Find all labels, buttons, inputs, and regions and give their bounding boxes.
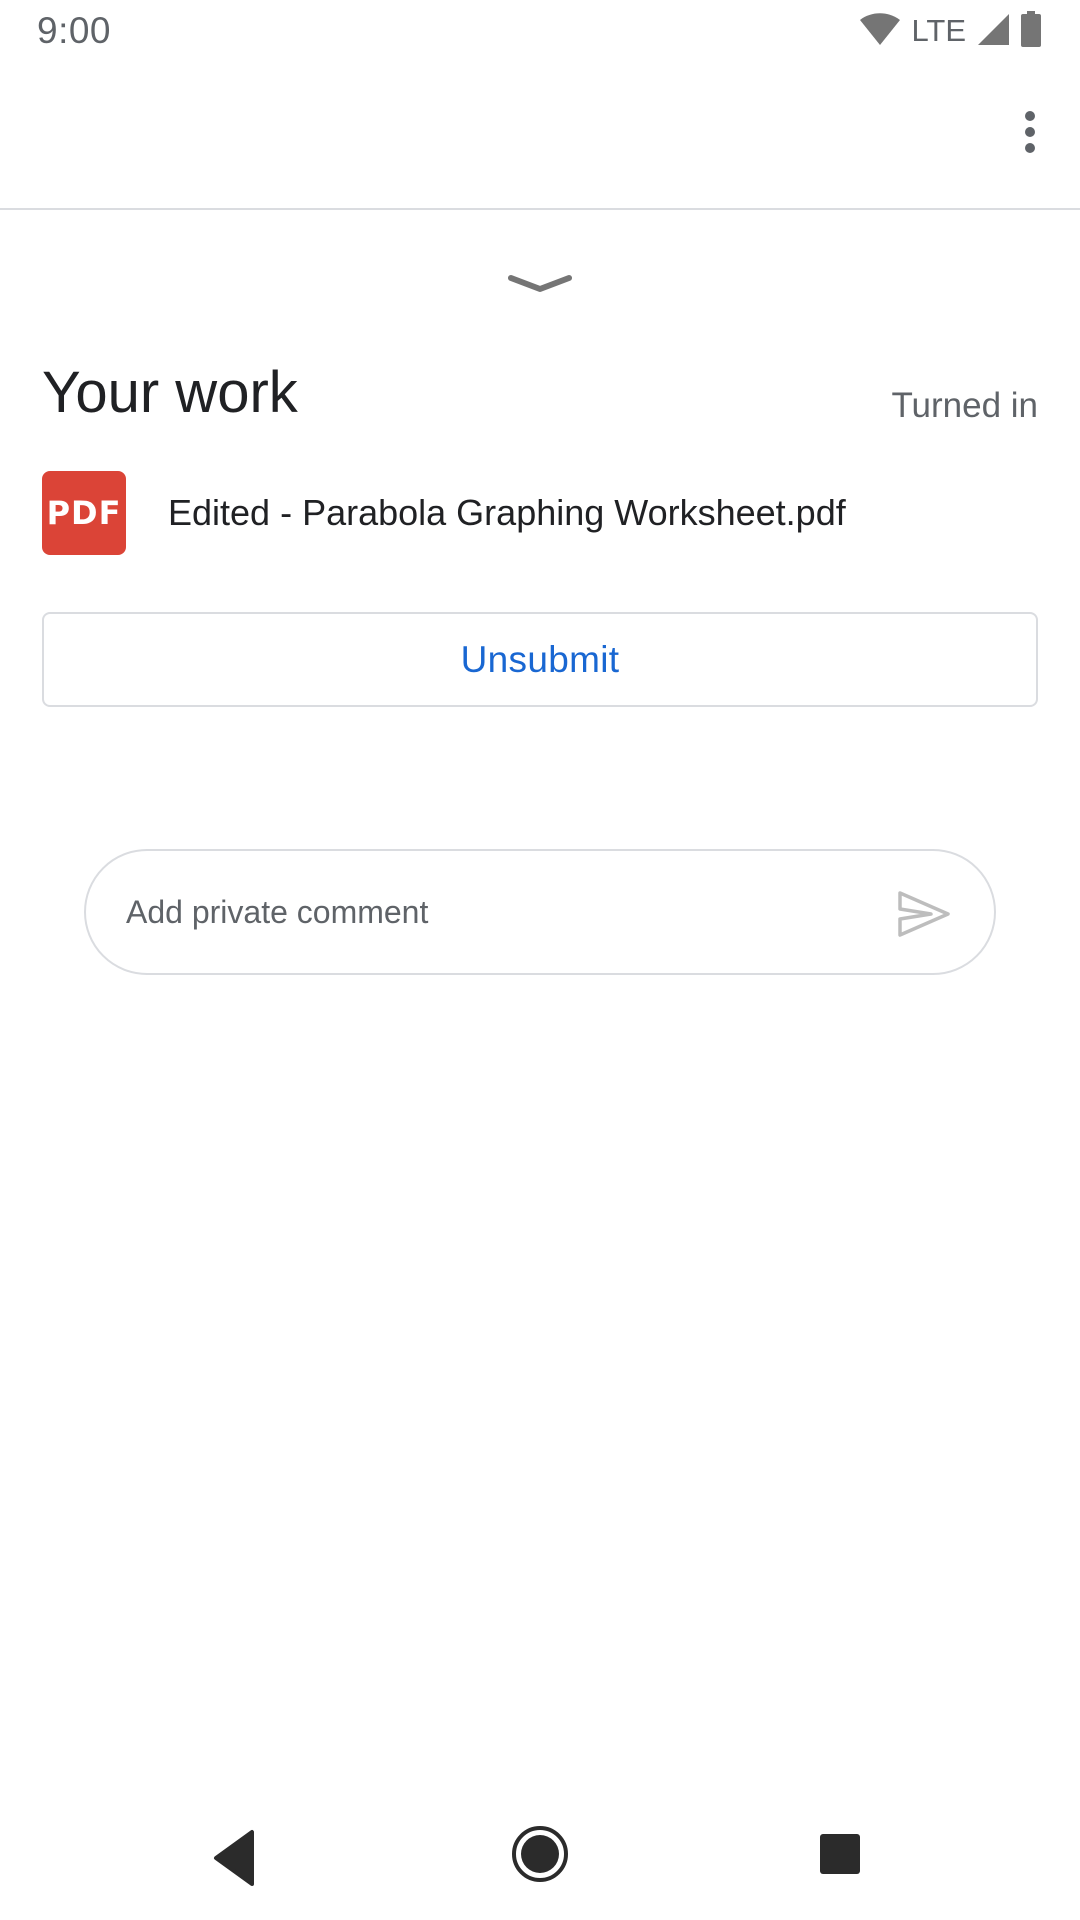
screen: 9:00 LTE Your work Turned in PDF Edited … xyxy=(0,0,1080,1920)
unsubmit-button[interactable]: Unsubmit xyxy=(42,612,1038,707)
status-time: 9:00 xyxy=(37,10,112,51)
top-app-bar xyxy=(0,64,1080,210)
status-bar: 9:00 LTE xyxy=(0,0,1080,64)
attachment-file-name: Edited - Parabola Graphing Worksheet.pdf xyxy=(168,492,846,533)
send-icon xyxy=(898,891,950,937)
send-comment-button[interactable] xyxy=(894,884,954,944)
pdf-file-icon: PDF xyxy=(42,471,126,555)
status-icons: LTE xyxy=(859,10,1042,52)
more-options-button[interactable] xyxy=(998,100,1062,164)
nav-back-button[interactable] xyxy=(212,1826,266,1890)
unsubmit-label: Unsubmit xyxy=(460,638,620,680)
attachment-item[interactable]: PDF Edited - Parabola Graphing Worksheet… xyxy=(42,470,1038,556)
submission-status: Turned in xyxy=(891,386,1038,425)
chevron-down-icon xyxy=(508,275,572,292)
system-navigation-bar xyxy=(0,1794,1080,1920)
back-triangle-icon xyxy=(214,1830,254,1886)
battery-icon xyxy=(1020,10,1042,52)
network-type-label: LTE xyxy=(911,13,966,48)
recents-square-icon xyxy=(820,1834,860,1874)
cell-signal-icon xyxy=(976,12,1010,51)
nav-home-button[interactable] xyxy=(510,1824,570,1884)
wifi-icon xyxy=(859,12,901,51)
private-comment-input[interactable] xyxy=(126,882,886,942)
collapse-sheet-button[interactable] xyxy=(498,262,582,306)
your-work-title: Your work xyxy=(42,360,298,425)
nav-recents-button[interactable] xyxy=(816,1830,864,1878)
more-vert-icon xyxy=(1025,111,1035,153)
private-comment-box xyxy=(84,849,996,975)
home-circle-icon xyxy=(512,1826,568,1882)
